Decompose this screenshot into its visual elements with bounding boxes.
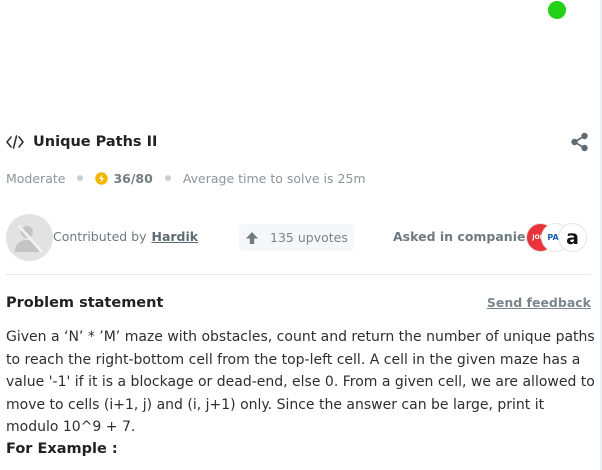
- asked-in-companies-label: Asked in companies: [393, 229, 533, 244]
- user-placeholder-icon: [6, 214, 53, 261]
- separator-dot: [164, 175, 171, 181]
- share-icon[interactable]: [570, 132, 589, 152]
- upvote-arrow-icon: [246, 231, 258, 244]
- problem-header: Unique Paths II: [6, 131, 591, 153]
- company-logos[interactable]: JOBS PAY a: [526, 223, 588, 253]
- upvote-button[interactable]: 135 upvotes: [239, 224, 354, 251]
- average-time: Average time to solve is 25m: [182, 170, 366, 186]
- problem-page: Unique Paths II Moderate 36/80 Average t…: [0, 0, 602, 470]
- problem-info-row: Contributed by Hardik 135 upvotes Asked i…: [6, 214, 591, 262]
- avatar: [6, 214, 53, 261]
- problem-statement-body: Given a ‘N’ * ’M’ maze with obstacles, c…: [6, 326, 596, 439]
- section-divider: [6, 274, 591, 275]
- contributed-by-label: Contributed by: [53, 229, 147, 244]
- code-icon: [6, 135, 24, 149]
- separator-dot: [77, 175, 84, 181]
- problem-statement-heading: Problem statement: [6, 295, 164, 311]
- example-heading: For Example :: [6, 441, 118, 457]
- difficulty-label: Moderate: [6, 170, 66, 186]
- problem-statement-text: Given a ‘N’ * ’M’ maze with obstacles, c…: [6, 329, 595, 436]
- contributor-link[interactable]: Hardik: [152, 229, 199, 244]
- online-status-indicator: [548, 1, 566, 19]
- upvote-count: 135 upvotes: [270, 230, 348, 245]
- score-coin-icon: [95, 171, 109, 185]
- problem-meta: Moderate 36/80 Average time to solve is …: [6, 169, 366, 187]
- contributor-info: Contributed by Hardik: [53, 229, 198, 244]
- send-feedback-link[interactable]: Send feedback: [487, 295, 591, 310]
- amazon-logo[interactable]: a: [558, 223, 587, 252]
- problem-score: 36/80: [113, 170, 153, 186]
- problem-title: Unique Paths II: [33, 134, 158, 150]
